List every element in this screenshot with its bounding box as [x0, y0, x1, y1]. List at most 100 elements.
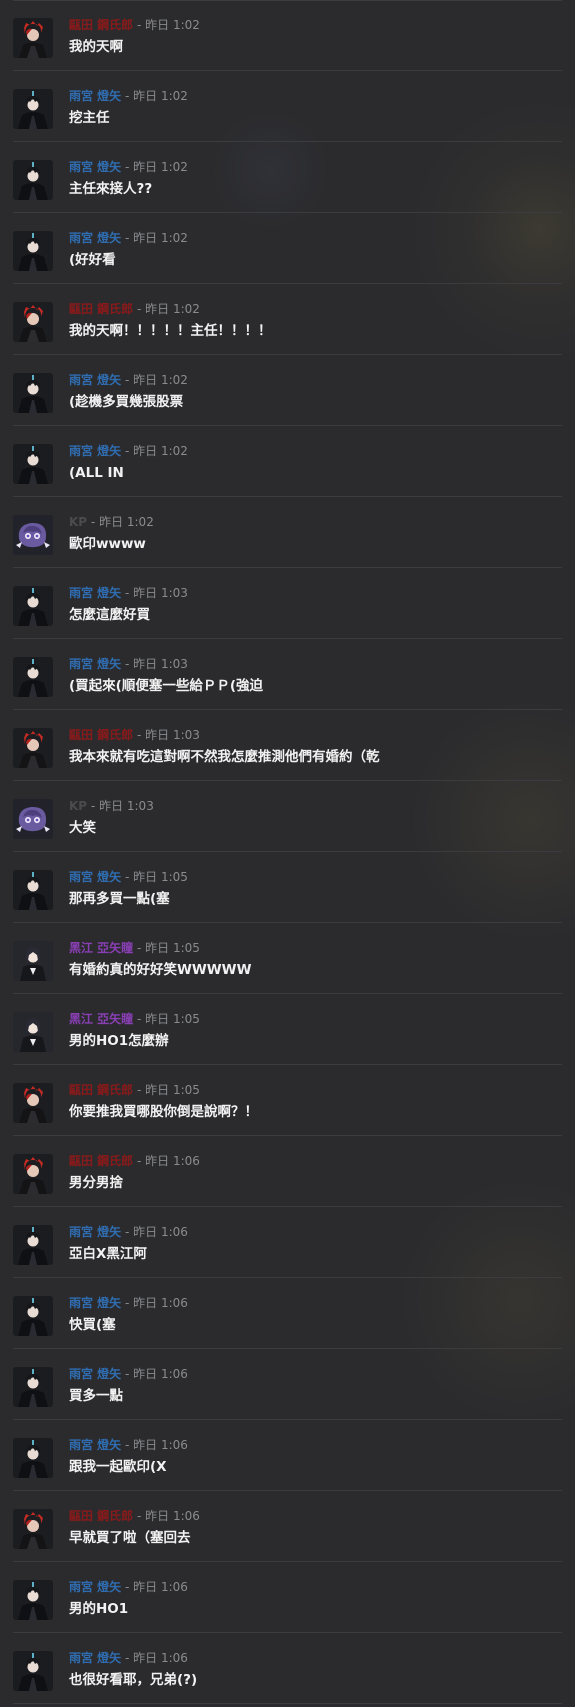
dark-hair-avatar[interactable] — [13, 1580, 53, 1620]
speaker-name[interactable]: 甌田 鋼氏郎 — [69, 1083, 133, 1097]
dark-hair-avatar[interactable] — [13, 657, 53, 697]
speaker-name[interactable]: 雨宮 燈矢 — [69, 1296, 121, 1310]
timestamp: 昨日 1:03 — [99, 799, 154, 813]
speaker-name[interactable]: 雨宮 燈矢 — [69, 444, 121, 458]
red-hair-avatar[interactable] — [13, 1154, 53, 1194]
speaker-name[interactable]: 雨宮 燈矢 — [69, 657, 121, 671]
timestamp: 昨日 1:02 — [133, 89, 188, 103]
speaker-name[interactable]: 雨宮 燈矢 — [69, 1580, 121, 1594]
timestamp: 昨日 1:06 — [133, 1580, 188, 1594]
timestamp: 昨日 1:02 — [133, 160, 188, 174]
chat-message: 雨宮 燈矢 - 昨日 1:06 也很好看耶，兄弟(?) — [0, 1633, 575, 1704]
speaker-name[interactable]: KP — [69, 799, 87, 813]
speaker-name[interactable]: 甌田 鋼氏郎 — [69, 1154, 133, 1168]
timestamp: 昨日 1:03 — [133, 657, 188, 671]
red-hair-avatar[interactable] — [13, 728, 53, 768]
speaker-name[interactable]: 雨宮 燈矢 — [69, 89, 121, 103]
speaker-name[interactable]: 雨宮 燈矢 — [69, 586, 121, 600]
suit-avatar[interactable] — [13, 1012, 53, 1052]
speaker-name[interactable]: 黑江 亞矢瞳 — [69, 941, 133, 955]
message-header: 甌田 鋼氏郎 - 昨日 1:06 — [69, 1508, 200, 1524]
speaker-name[interactable]: 雨宮 燈矢 — [69, 1225, 121, 1239]
message-text: (好好看 — [69, 252, 116, 268]
message-text: 你要推我買哪股你倒是說啊？！ — [69, 1104, 258, 1120]
dark-hair-avatar[interactable] — [13, 1296, 53, 1336]
timestamp: 昨日 1:02 — [99, 515, 154, 529]
separator: - — [133, 941, 146, 955]
message-header: 雨宮 燈矢 - 昨日 1:05 — [69, 869, 188, 885]
speaker-name[interactable]: 甌田 鋼氏郎 — [69, 18, 133, 32]
separator: - — [133, 18, 146, 32]
speaker-name[interactable]: 雨宮 燈矢 — [69, 160, 121, 174]
message-header: 甌田 鋼氏郎 - 昨日 1:06 — [69, 1153, 200, 1169]
speaker-name[interactable]: 雨宮 燈矢 — [69, 870, 121, 884]
message-header: KP - 昨日 1:02 — [69, 514, 154, 530]
dark-hair-avatar[interactable] — [13, 160, 53, 200]
dark-hair-avatar[interactable] — [13, 1438, 53, 1478]
timestamp: 昨日 1:05 — [145, 941, 200, 955]
suit-avatar[interactable] — [13, 941, 53, 981]
chat-message: 雨宮 燈矢 - 昨日 1:02 (趁機多買幾張股票 — [0, 355, 575, 426]
kp-avatar[interactable] — [13, 515, 53, 555]
chat-message: 雨宮 燈矢 - 昨日 1:02 挖主任 — [0, 71, 575, 142]
speaker-name[interactable]: 甌田 鋼氏郎 — [69, 302, 133, 316]
message-header: 雨宮 燈矢 - 昨日 1:06 — [69, 1437, 188, 1453]
chat-message: 雨宮 燈矢 - 昨日 1:02 (好好看 — [0, 213, 575, 284]
dark-hair-avatar[interactable] — [13, 231, 53, 271]
message-header: 雨宮 燈矢 - 昨日 1:02 — [69, 88, 188, 104]
separator: - — [133, 1154, 146, 1168]
chat-message: 雨宮 燈矢 - 昨日 1:06 亞白X黑江阿 — [0, 1207, 575, 1278]
dark-hair-avatar[interactable] — [13, 870, 53, 910]
dark-hair-avatar[interactable] — [13, 89, 53, 129]
speaker-name[interactable]: 甌田 鋼氏郎 — [69, 728, 133, 742]
kp-avatar[interactable] — [13, 799, 53, 839]
chat-message: 甌田 鋼氏郎 - 昨日 1:03 我本來就有吃這對啊不然我怎麼推測他們有婚約（乾 — [0, 710, 575, 781]
message-text: 那再多買一點(塞 — [69, 891, 170, 907]
timestamp: 昨日 1:06 — [133, 1225, 188, 1239]
timestamp: 昨日 1:06 — [133, 1438, 188, 1452]
separator: - — [121, 160, 134, 174]
timestamp: 昨日 1:02 — [145, 302, 200, 316]
message-header: 雨宮 燈矢 - 昨日 1:06 — [69, 1224, 188, 1240]
speaker-name[interactable]: 雨宮 燈矢 — [69, 231, 121, 245]
separator: - — [121, 89, 134, 103]
separator: - — [133, 1083, 146, 1097]
chat-message: 雨宮 燈矢 - 昨日 1:06 快買(塞 — [0, 1278, 575, 1349]
speaker-name[interactable]: 雨宮 燈矢 — [69, 1651, 121, 1665]
message-text: (趁機多買幾張股票 — [69, 394, 184, 410]
message-text: 男的HO1 — [69, 1601, 129, 1617]
chat-message: 雨宮 燈矢 - 昨日 1:02 主任來接人?? — [0, 142, 575, 213]
separator: - — [121, 1225, 134, 1239]
dark-hair-avatar[interactable] — [13, 373, 53, 413]
timestamp: 昨日 1:06 — [145, 1154, 200, 1168]
dark-hair-avatar[interactable] — [13, 586, 53, 626]
dark-hair-avatar[interactable] — [13, 444, 53, 484]
dark-hair-avatar[interactable] — [13, 1225, 53, 1265]
message-text: 亞白X黑江阿 — [69, 1246, 147, 1262]
dark-hair-avatar[interactable] — [13, 1367, 53, 1407]
message-text: 歐印wwww — [69, 536, 146, 552]
speaker-name[interactable]: 雨宮 燈矢 — [69, 1367, 121, 1381]
red-hair-avatar[interactable] — [13, 18, 53, 58]
red-hair-avatar[interactable] — [13, 302, 53, 342]
separator: - — [121, 1651, 134, 1665]
chat-message: 雨宮 燈矢 - 昨日 1:06 男的HO1 — [0, 1562, 575, 1633]
timestamp: 昨日 1:05 — [145, 1083, 200, 1097]
speaker-name[interactable]: 黑江 亞矢瞳 — [69, 1012, 133, 1026]
chat-message: 甌田 鋼氏郎 - 昨日 1:02 我的天啊！！！！！主任！！！！ — [0, 284, 575, 355]
chat-message: KP - 昨日 1:02 歐印wwww — [0, 497, 575, 568]
speaker-name[interactable]: KP — [69, 515, 87, 529]
speaker-name[interactable]: 雨宮 燈矢 — [69, 1438, 121, 1452]
red-hair-avatar[interactable] — [13, 1083, 53, 1123]
separator: - — [121, 444, 134, 458]
chat-log[interactable]: 甌田 鋼氏郎 - 昨日 1:02 我的天啊 雨宮 燈矢 - 昨日 1:02 挖主任 雨宮… — [0, 0, 575, 1704]
message-header: 雨宮 燈矢 - 昨日 1:06 — [69, 1295, 188, 1311]
chat-message: 甌田 鋼氏郎 - 昨日 1:06 男分男捨 — [0, 1136, 575, 1207]
dark-hair-avatar[interactable] — [13, 1651, 53, 1691]
red-hair-avatar[interactable] — [13, 1509, 53, 1549]
chat-message: 雨宮 燈矢 - 昨日 1:03 (買起來(順便塞一些給ＰＰ(強迫 — [0, 639, 575, 710]
speaker-name[interactable]: 雨宮 燈矢 — [69, 373, 121, 387]
message-header: 黑江 亞矢瞳 - 昨日 1:05 — [69, 940, 200, 956]
speaker-name[interactable]: 甌田 鋼氏郎 — [69, 1509, 133, 1523]
separator: - — [133, 302, 146, 316]
